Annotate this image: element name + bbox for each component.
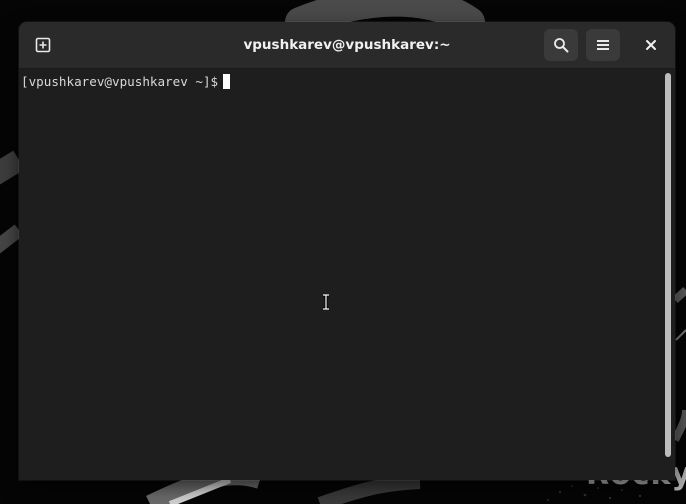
terminal-area[interactable]: [vpushkarev@vpushkarev ~]$ [19,69,675,480]
close-button[interactable] [634,29,668,61]
ibeam-cursor-icon [323,294,329,310]
new-tab-button[interactable] [26,29,60,61]
prompt-line: [vpushkarev@vpushkarev ~]$ [21,73,231,90]
new-tab-icon [35,37,51,53]
terminal-window: vpushkarev@vpushkarev:~ [vpushkarev@vpus… [19,22,675,480]
scrollbar-thumb[interactable] [665,73,671,457]
shell-prompt: [vpushkarev@vpushkarev ~]$ [21,74,219,89]
scrollbar[interactable] [663,69,675,480]
hamburger-menu-icon [597,40,609,50]
headerbar: vpushkarev@vpushkarev:~ [19,22,675,69]
search-icon [554,38,569,53]
close-icon [646,40,656,50]
search-button[interactable] [544,29,578,61]
main-menu-button[interactable] [586,29,620,61]
text-cursor [223,74,231,89]
